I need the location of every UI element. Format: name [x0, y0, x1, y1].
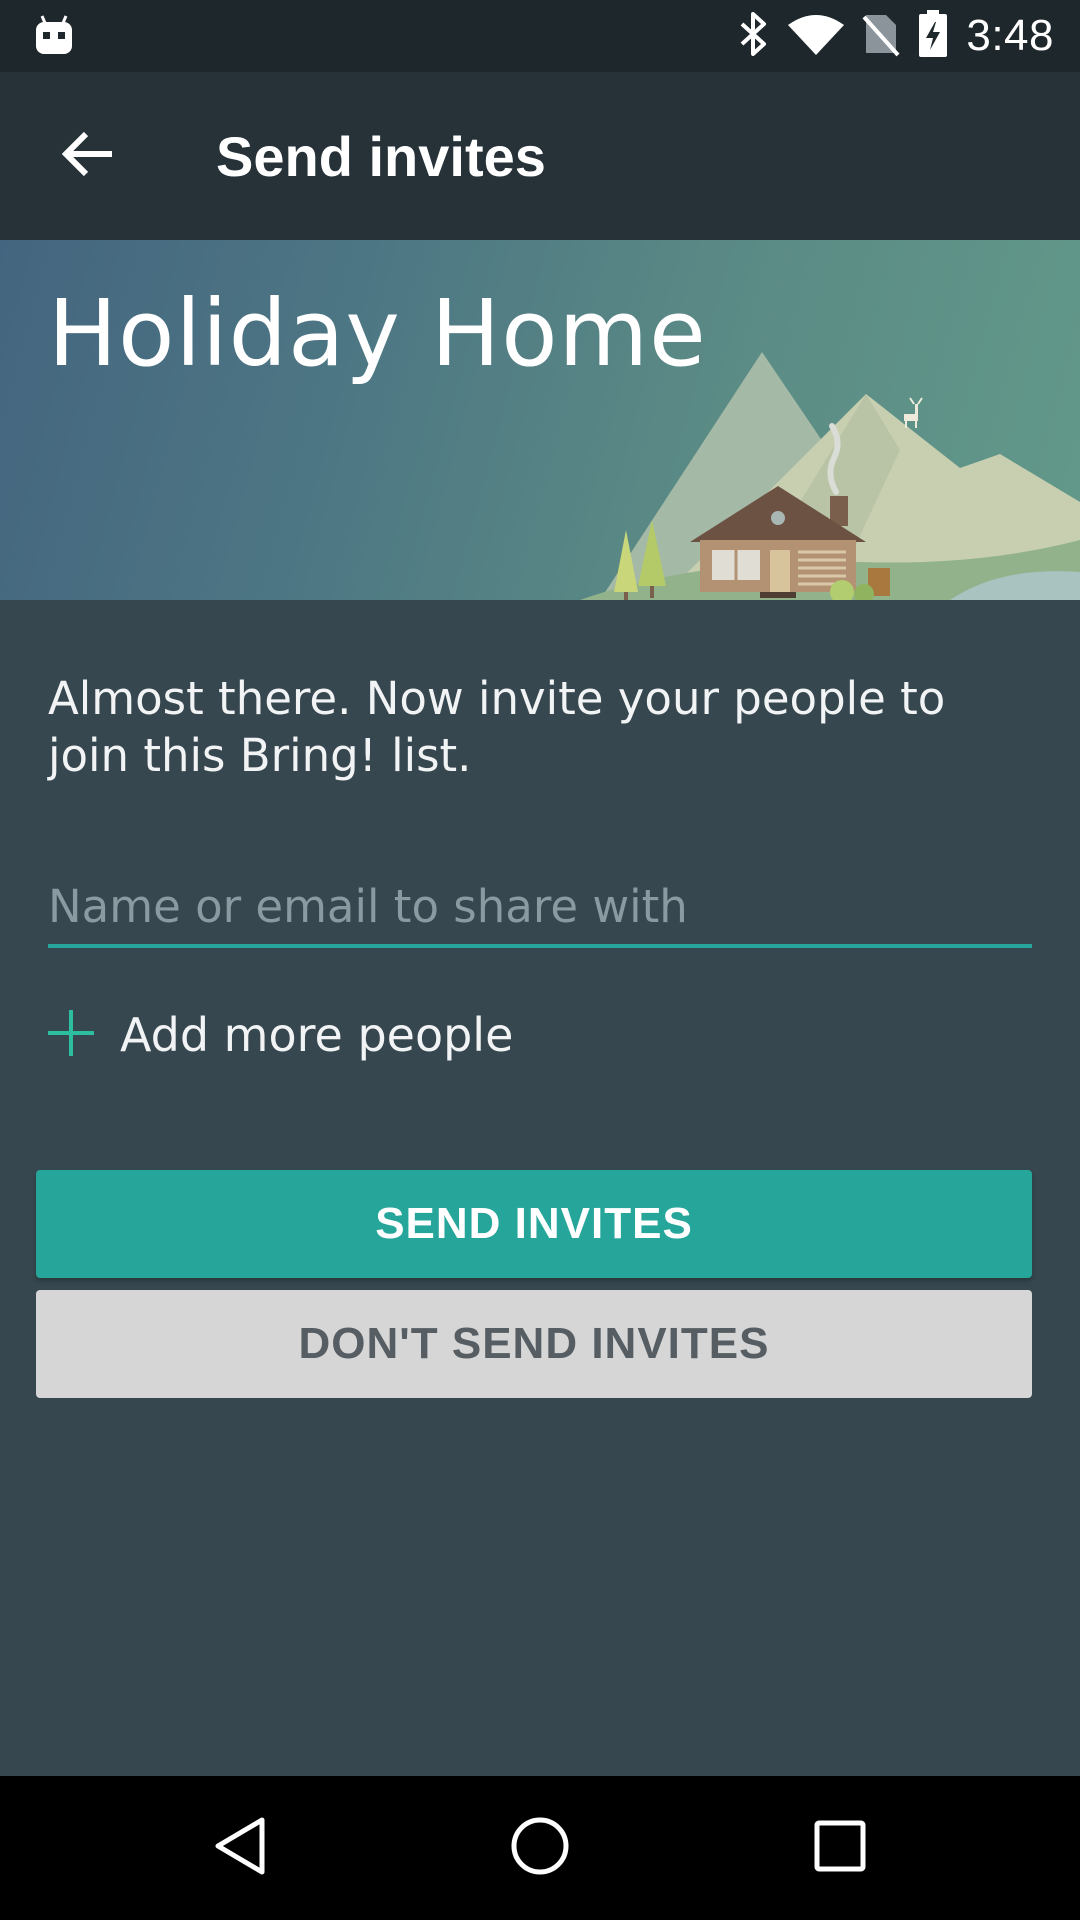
arrow-left-icon — [61, 131, 114, 182]
system-navigation-bar — [0, 1776, 1080, 1920]
nav-back-button[interactable] — [200, 1808, 280, 1888]
send-invites-button[interactable]: SEND INVITES — [36, 1170, 1032, 1278]
invite-name-email-input[interactable] — [48, 868, 1032, 948]
nav-home-button[interactable] — [500, 1808, 580, 1888]
battery-charging-icon — [918, 9, 948, 63]
bluetooth-icon — [738, 11, 770, 61]
recents-square-icon — [814, 1820, 866, 1877]
add-more-people-label: Add more people — [120, 1008, 514, 1062]
intro-text: Almost there. Now invite your people to … — [48, 672, 946, 782]
invite-content: Almost there. Now invite your people to … — [0, 600, 1080, 1776]
back-triangle-icon — [212, 1816, 268, 1881]
no-sim-icon — [862, 11, 900, 62]
system-icons: 3:48 — [738, 0, 1054, 72]
clock: 3:48 — [966, 11, 1054, 60]
back-button[interactable] — [48, 116, 128, 196]
plus-icon — [48, 1009, 94, 1061]
wifi-icon — [788, 13, 845, 60]
dont-send-invites-button[interactable]: DON'T SEND INVITES — [36, 1290, 1032, 1398]
add-more-people-button[interactable]: Add more people — [48, 1000, 513, 1070]
android-bot-icon — [34, 14, 74, 61]
status-bar: 3:48 — [0, 0, 1080, 72]
list-hero-banner: Holiday Home — [0, 240, 1080, 600]
list-name: Holiday Home — [48, 280, 707, 387]
nav-recents-button[interactable] — [800, 1808, 880, 1888]
app-bar: Send invites — [0, 72, 1080, 240]
page-title: Send invites — [216, 125, 546, 188]
home-circle-icon — [510, 1816, 570, 1881]
